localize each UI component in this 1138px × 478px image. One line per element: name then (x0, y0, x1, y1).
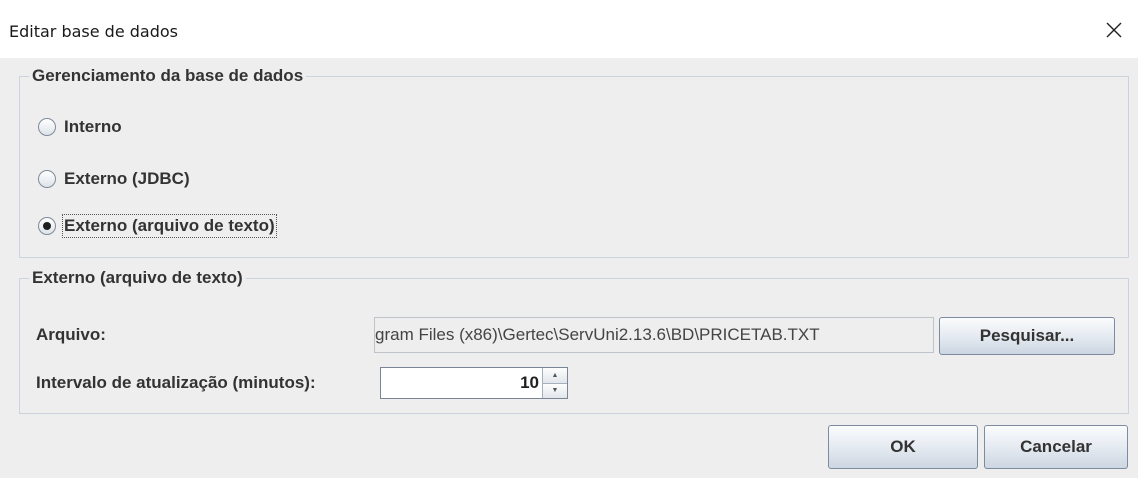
title-bar: Editar base de dados (0, 0, 1138, 58)
close-icon[interactable] (1100, 16, 1128, 44)
radio-interno-circle[interactable] (38, 118, 56, 136)
radio-externo-arquivo-label[interactable]: Externo (arquivo de texto) (62, 214, 277, 238)
file-path-field[interactable]: gram Files (x86)\Gertec\ServUni2.13.6\BD… (374, 317, 934, 353)
interval-input[interactable]: 10 (381, 368, 542, 398)
database-management-legend: Gerenciamento da base de dados (32, 66, 304, 85)
interval-label: Intervalo de atualização (minutos): (36, 373, 316, 392)
radio-interno[interactable]: Interno (38, 115, 122, 139)
radio-externo-jdbc-circle[interactable] (38, 170, 56, 188)
cancel-button[interactable]: Cancelar (984, 425, 1128, 469)
external-text-file-legend: Externo (arquivo de texto) (32, 268, 243, 287)
radio-externo-jdbc[interactable]: Externo (JDBC) (38, 167, 190, 191)
radio-externo-arquivo[interactable]: Externo (arquivo de texto) (38, 214, 277, 238)
radio-interno-label[interactable]: Interno (64, 117, 122, 137)
file-label: Arquivo: (36, 325, 106, 344)
radio-externo-jdbc-label[interactable]: Externo (JDBC) (64, 169, 190, 189)
file-path-text: gram Files (x86)\Gertec\ServUni2.13.6\BD… (375, 325, 820, 344)
interval-spinner[interactable]: 10 ▲ ▼ (380, 367, 568, 399)
spinner-up-arrow-icon[interactable]: ▲ (543, 368, 567, 383)
browse-button[interactable]: Pesquisar... (939, 317, 1115, 355)
window-title: Editar base de dados (9, 22, 179, 41)
edit-database-dialog: Editar base de dados Gerenciamento da ba… (0, 0, 1138, 478)
spinner-buttons: ▲ ▼ (542, 368, 567, 398)
spinner-down-arrow-icon[interactable]: ▼ (543, 382, 567, 398)
radio-externo-arquivo-circle[interactable] (38, 217, 56, 235)
ok-button[interactable]: OK (828, 425, 978, 469)
